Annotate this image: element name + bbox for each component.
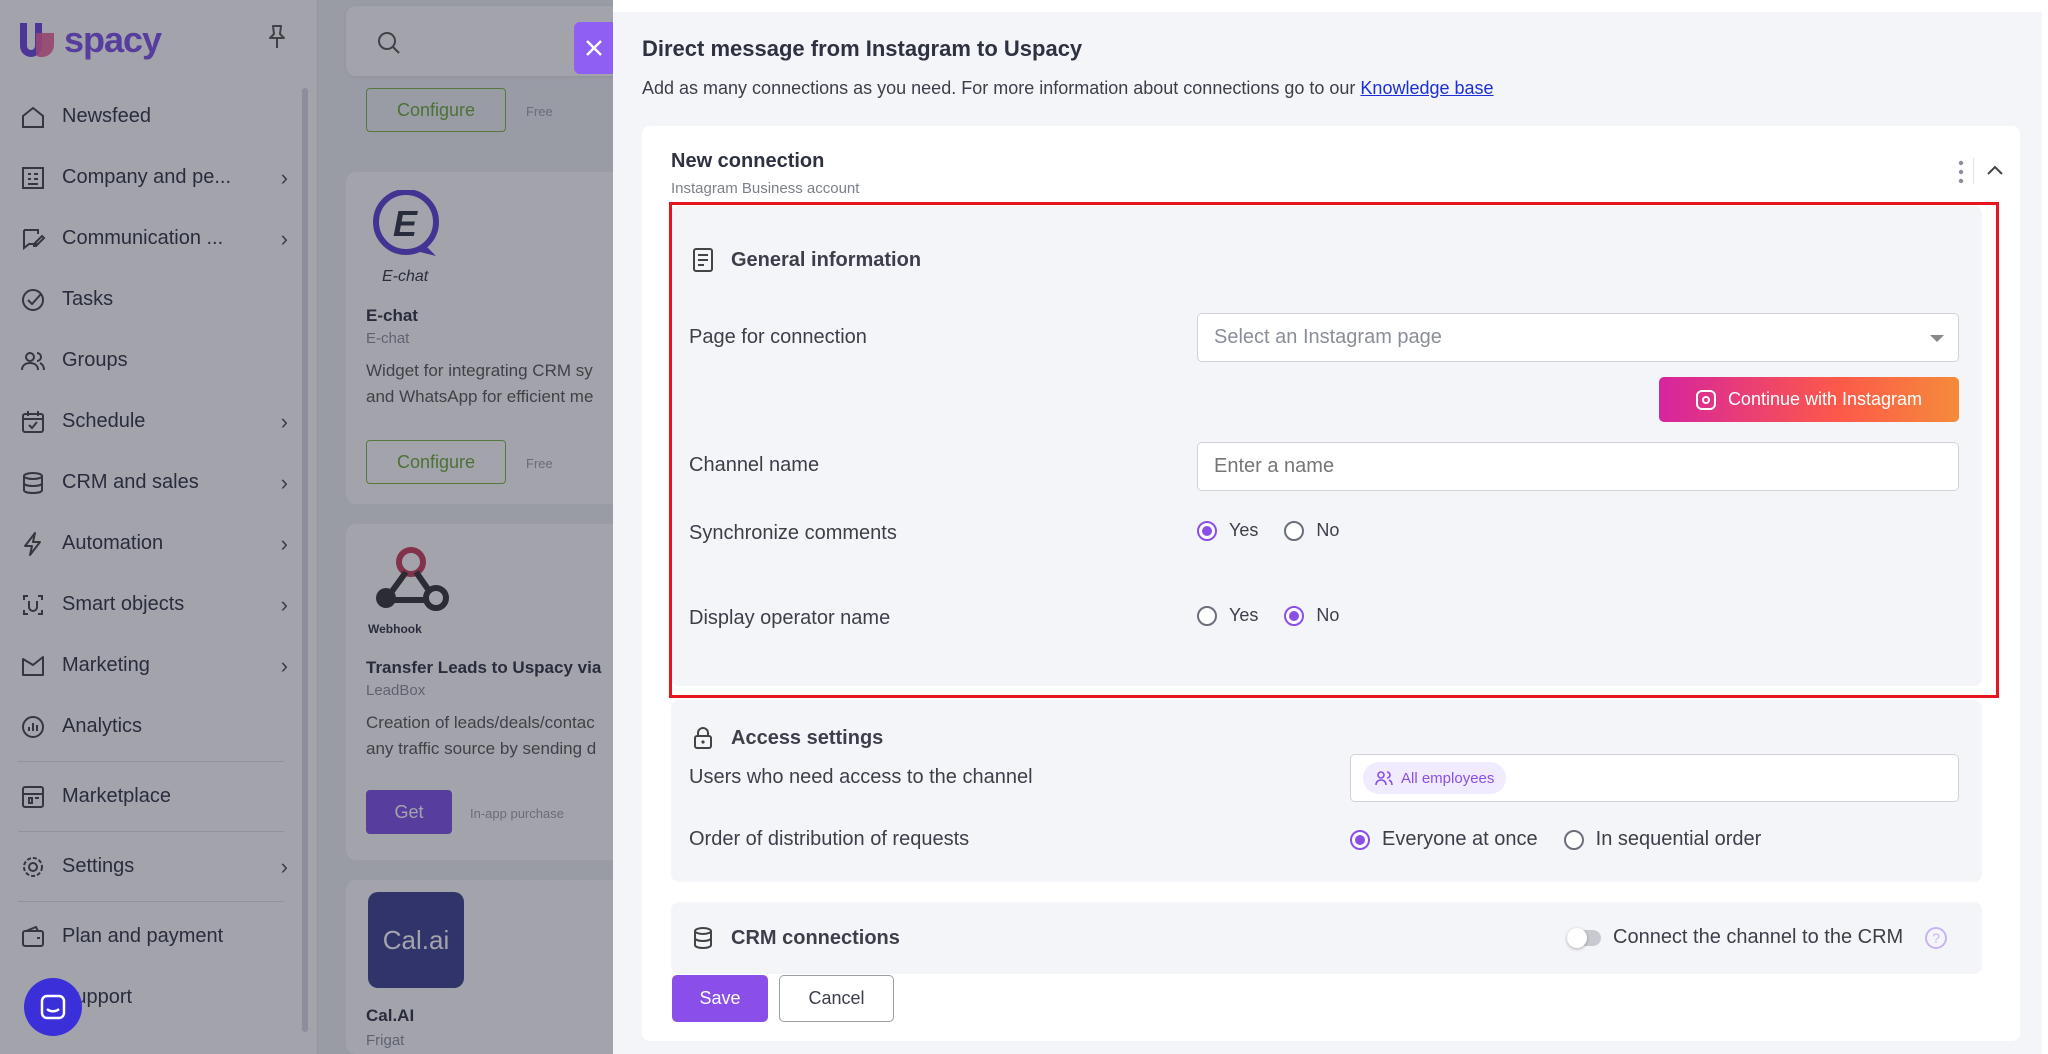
chat-icon bbox=[40, 994, 66, 1020]
highlight-box bbox=[669, 202, 1999, 698]
modal-backdrop[interactable] bbox=[0, 0, 613, 1054]
panel-title: Direct message from Instagram to Uspacy bbox=[642, 36, 1083, 61]
crm-toggle-row: Connect the channel to the CRM ? bbox=[1567, 926, 1948, 949]
users-access-select[interactable]: All employees bbox=[1350, 754, 1959, 802]
connection-title: New connection bbox=[671, 150, 825, 172]
close-icon bbox=[585, 40, 602, 56]
database-icon bbox=[689, 924, 717, 952]
order-distribution-label: Order of distribution of requests bbox=[689, 828, 970, 850]
knowledge-base-link[interactable]: Knowledge base bbox=[1360, 78, 1493, 98]
crm-toggle-label: Connect the channel to the CRM bbox=[1613, 926, 1904, 948]
close-panel-button[interactable] bbox=[574, 22, 613, 74]
lock-icon bbox=[689, 724, 717, 752]
section-heading: Access settings bbox=[689, 724, 883, 752]
help-icon[interactable]: ? bbox=[1925, 926, 1948, 949]
save-button[interactable]: Save bbox=[672, 975, 768, 1022]
crm-connections-section: CRM connections Connect the channel to t… bbox=[671, 902, 1982, 974]
panel-description: Add as many connections as you need. For… bbox=[642, 78, 1494, 98]
cancel-button[interactable]: Cancel bbox=[779, 975, 894, 1022]
everyone-at-once-option[interactable]: Everyone at once bbox=[1350, 828, 1538, 851]
radio-checked[interactable] bbox=[1350, 829, 1370, 850]
access-settings-section: Access settings Users who need access to… bbox=[671, 700, 1982, 882]
chat-support-button[interactable] bbox=[24, 978, 82, 1036]
sequential-order-option[interactable]: In sequential order bbox=[1563, 828, 1761, 851]
chevron-up-icon[interactable] bbox=[1981, 156, 2009, 184]
users-icon bbox=[1375, 771, 1393, 786]
section-heading: CRM connections bbox=[689, 924, 900, 952]
crm-toggle[interactable] bbox=[1567, 927, 1601, 948]
more-vertical-icon[interactable] bbox=[1958, 160, 1964, 184]
all-employees-chip[interactable]: All employees bbox=[1363, 762, 1507, 794]
connection-subtitle: Instagram Business account bbox=[671, 180, 860, 197]
panel-scrollbar[interactable] bbox=[2042, 0, 2048, 1054]
order-distribution-radio-group: Everyone at once In sequential order bbox=[1350, 828, 1787, 851]
radio-unchecked[interactable] bbox=[1563, 829, 1584, 850]
users-access-label: Users who need access to the channel bbox=[689, 766, 1033, 788]
